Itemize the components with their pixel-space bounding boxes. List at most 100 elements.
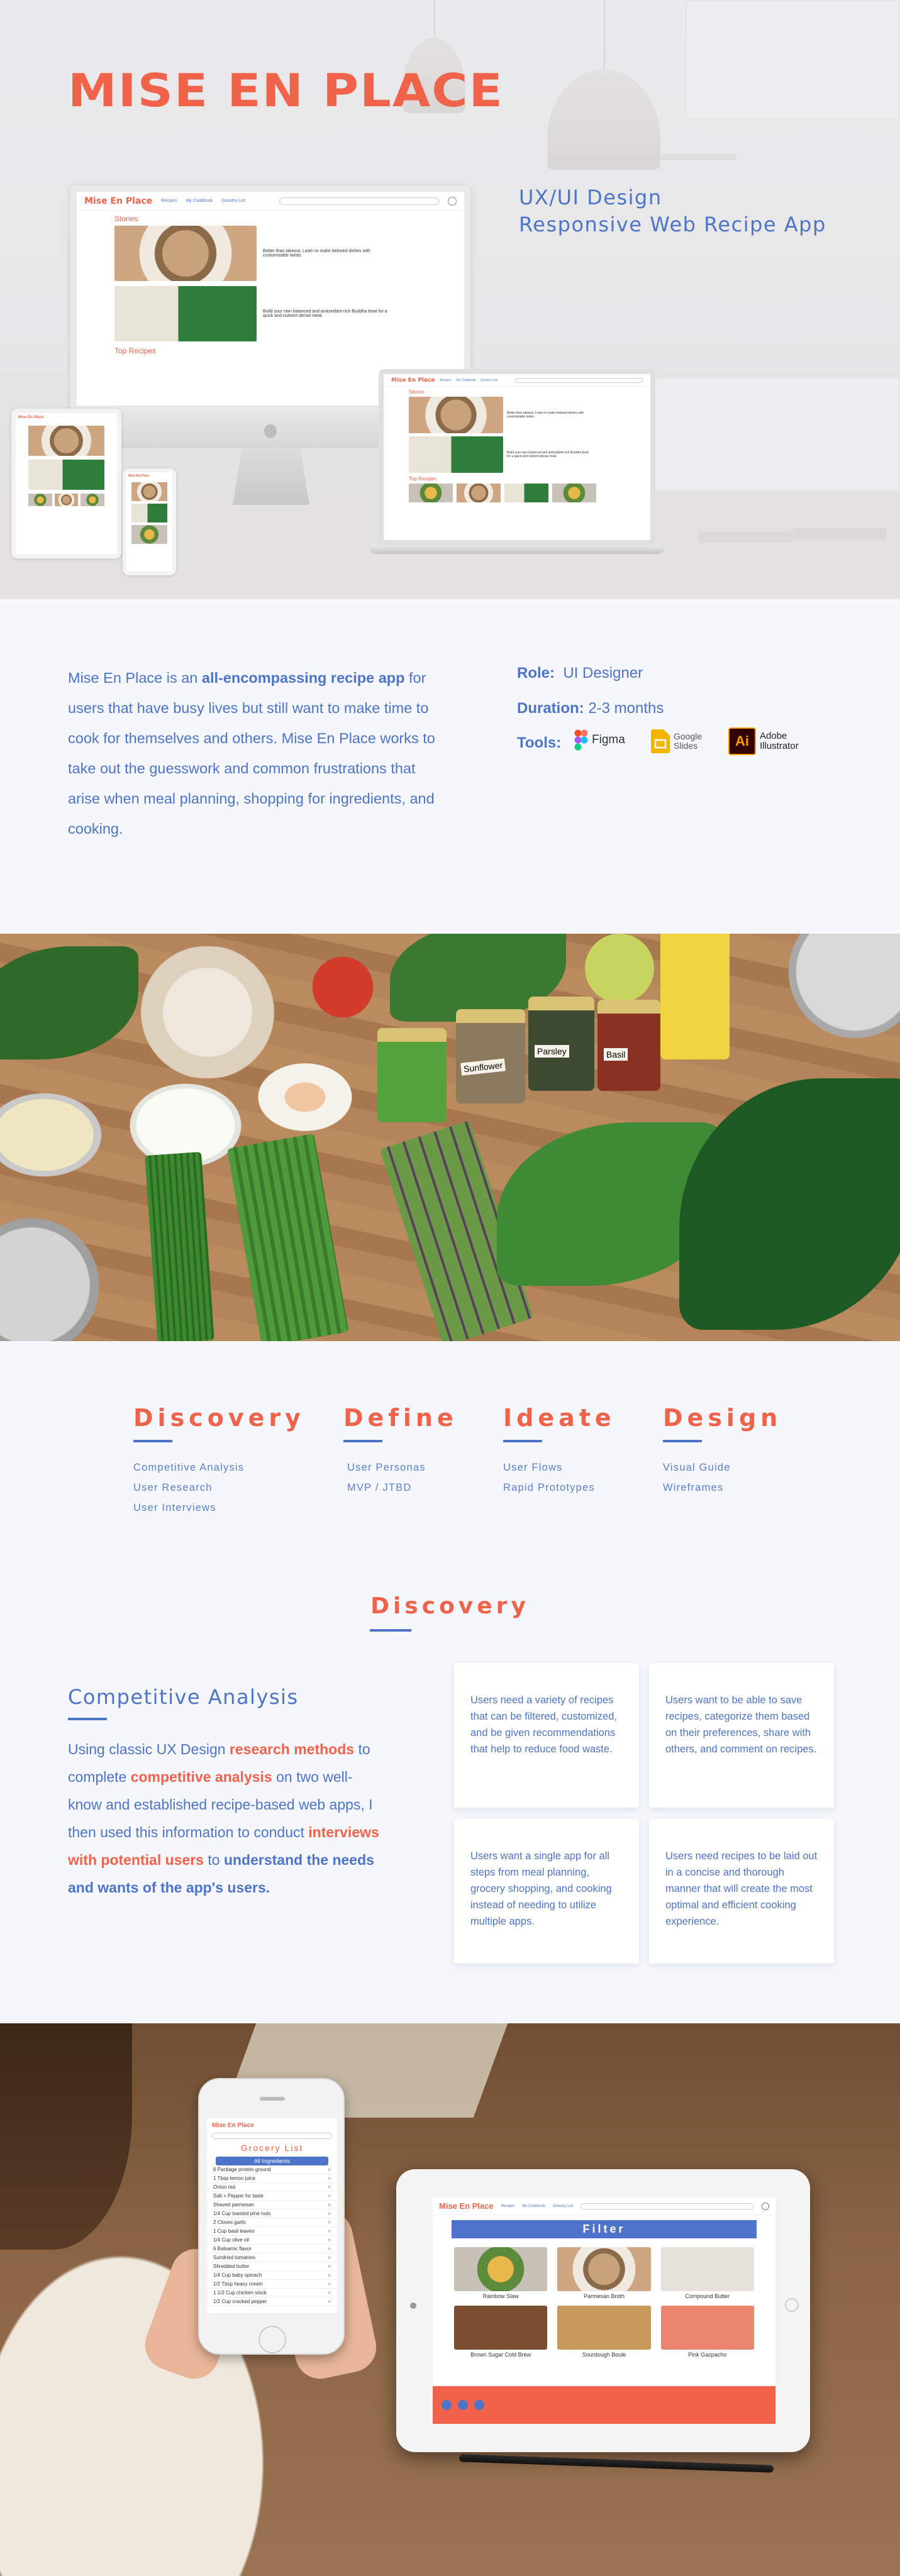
filter-button[interactable]: Filter xyxy=(452,2220,757,2238)
mockup-stories-heading: Stories xyxy=(114,214,138,223)
checkbox-icon[interactable]: ○ xyxy=(328,2281,331,2287)
recipe-thumb xyxy=(409,484,453,502)
tool-illustrator: Ai Adobe Illustrator xyxy=(728,727,816,755)
mockup-nav-grocery: Grocery List xyxy=(221,199,245,203)
competitive-analysis-text: Using classic UX Design research methods… xyxy=(68,1741,379,1896)
checkbox-icon[interactable]: ○ xyxy=(328,2228,331,2234)
jar-parsley: Parsley xyxy=(528,997,594,1091)
phone-logo: Mise En Place xyxy=(128,474,150,478)
grocery-item[interactable]: 1 Tbsp lemon juice ○ xyxy=(207,2174,337,2183)
checkbox-icon[interactable]: ○ xyxy=(328,2264,331,2269)
grocery-list-title: Grocery List xyxy=(240,2143,304,2153)
lime xyxy=(585,934,654,1003)
oil-bottle xyxy=(660,934,730,1059)
tablet-mockup: Mise En Place xyxy=(11,409,121,558)
phase-item: Rapid Prototypes xyxy=(503,1482,595,1493)
recipe-tile[interactable]: Sourdough Boule xyxy=(557,2306,651,2358)
grocery-item[interactable]: 1 Cup basil leaves ○ xyxy=(207,2227,337,2236)
recipe-filter-screen: Mise En Place Recipes My Cookbook Grocer… xyxy=(433,2197,775,2424)
tablet-search-bar[interactable] xyxy=(581,2203,754,2209)
ingredients-photo: Sunflower Parsley Basil xyxy=(0,934,900,1341)
jar-spice: Basil xyxy=(597,1000,660,1091)
grocery-item-label: 1/4 Cup toasted pine nuts xyxy=(213,2211,271,2216)
grocery-item[interactable]: 1/4 Cup olive oil ○ xyxy=(207,2236,337,2245)
checkbox-icon[interactable]: ○ xyxy=(328,2246,331,2252)
checkbox-icon[interactable]: ○ xyxy=(328,2184,331,2190)
grocery-item[interactable]: 1/2 Tbsp heavy cream ○ xyxy=(207,2280,337,2289)
checkbox-icon[interactable]: ○ xyxy=(328,2219,331,2225)
facebook-icon[interactable] xyxy=(458,2400,468,2410)
phase-define: Define User Personas MVP / JTBD xyxy=(343,1404,458,1498)
recipe-tile[interactable]: Brown Sugar Cold Brew xyxy=(454,2306,548,2358)
brand-logo: Mise En Place xyxy=(68,65,504,118)
all-ingredients-tab[interactable]: All Ingredients xyxy=(216,2157,328,2165)
grocery-item[interactable]: 1 1/2 Cup chicken stock ○ xyxy=(207,2289,337,2297)
jar-label-parsley: Parsley xyxy=(535,1045,569,1058)
recipe-tile[interactable]: Rainbow Slaw xyxy=(454,2247,548,2299)
insight-card: Users need a variety of recipes that can… xyxy=(454,1663,639,1808)
user-icon[interactable] xyxy=(762,2202,769,2210)
laptop-story-image-2 xyxy=(409,436,503,473)
tablet-nav-cookbook[interactable]: My Cookbook xyxy=(522,2204,545,2208)
hero-subtitle-2: Responsive Web Recipe App xyxy=(519,213,826,236)
checkbox-icon[interactable]: ○ xyxy=(328,2202,331,2208)
checkbox-icon[interactable]: ○ xyxy=(328,2255,331,2260)
checkbox-icon[interactable]: ○ xyxy=(328,2211,331,2216)
grocery-item-label: 6 Package protein ground xyxy=(213,2167,271,2172)
grocery-item[interactable]: 1/4 Cup toasted pine nuts ○ xyxy=(207,2209,337,2218)
phase-ideate: Ideate User Flows Rapid Prototypes xyxy=(503,1404,616,1498)
grocery-item[interactable]: 6 Package protein ground ○ xyxy=(207,2165,337,2174)
tablet-story-image-1 xyxy=(28,426,104,456)
grocery-item[interactable]: 2 Cloves garlic ○ xyxy=(207,2218,337,2227)
figma-icon xyxy=(574,729,588,751)
phase-discovery: Discovery Competitive Analysis User Rese… xyxy=(133,1404,305,1518)
tablet-logo: Mise En Place xyxy=(18,416,44,419)
speaker-icon xyxy=(260,2097,285,2101)
grocery-item[interactable]: Onion red ○ xyxy=(207,2183,337,2192)
recipe-tile[interactable]: Compound Butter xyxy=(660,2247,754,2299)
grocery-item-label: 1/4 Cup olive oil xyxy=(213,2237,249,2243)
bowl-egg xyxy=(248,1056,362,1138)
checkbox-icon[interactable]: ○ xyxy=(328,2167,331,2172)
hero-section: Mise En Place UX/UI Design Responsive We… xyxy=(0,0,900,599)
grocery-item[interactable]: 1/2 Cup cracked pepper ○ xyxy=(207,2297,337,2306)
grocery-item-label: 6 Balsamic flavor xyxy=(213,2246,252,2252)
tools-label: Tools: xyxy=(517,734,562,751)
recipe-tile[interactable]: Parmesan Broth xyxy=(557,2247,651,2299)
pinterest-icon[interactable] xyxy=(474,2400,484,2410)
phase-design: Design Visual Guide Wireframes xyxy=(663,1404,782,1498)
tablet-footer xyxy=(433,2386,775,2424)
intro-highlight: all-encompassing recipe app xyxy=(201,670,405,686)
grocery-item-label: Salt + Pepper for taste xyxy=(213,2193,264,2199)
grocery-item[interactable]: 1/4 Cup baby spinach ○ xyxy=(207,2271,337,2280)
tablet-nav-recipes[interactable]: Recipes xyxy=(501,2204,515,2208)
phase-item: Wireframes xyxy=(663,1482,724,1493)
tablet-story-image-2 xyxy=(28,460,104,490)
checkbox-icon[interactable]: ○ xyxy=(328,2299,331,2304)
instagram-icon[interactable] xyxy=(442,2400,452,2410)
grocery-item-label: 2 Cloves garlic xyxy=(213,2219,247,2225)
recipe-tile[interactable]: Pink Gazpacho xyxy=(660,2306,754,2358)
grocery-item-label: Shredded butter xyxy=(213,2264,250,2269)
checkbox-icon[interactable]: ○ xyxy=(328,2237,331,2243)
checkbox-icon[interactable]: ○ xyxy=(328,2193,331,2199)
phase-item: Competitive Analysis xyxy=(133,1462,245,1473)
checkbox-icon[interactable]: ○ xyxy=(328,2272,331,2278)
tablet-nav-grocery[interactable]: Grocery List xyxy=(553,2204,573,2208)
laptop-search-bar xyxy=(515,377,643,383)
grocery-item[interactable]: Sundried tomatoes ○ xyxy=(207,2253,337,2262)
story-text-2: Build your own balanced and antioxidant-… xyxy=(263,309,387,318)
grocery-item[interactable]: 6 Balsamic flavor ○ xyxy=(207,2245,337,2253)
grocery-item[interactable]: Shredded butter ○ xyxy=(207,2262,337,2271)
laptop-nav-recipes: Recipes xyxy=(440,378,452,382)
phase-item: User Interviews xyxy=(133,1502,216,1513)
phase-item: MVP / JTBD xyxy=(347,1482,412,1493)
grocery-item[interactable]: Shaved parmesan ○ xyxy=(207,2201,337,2209)
intro-paragraph: Mise En Place is an all-encompassing rec… xyxy=(68,670,435,837)
checkbox-icon[interactable]: ○ xyxy=(328,2290,331,2296)
laptop-nav-cookbook: My Cookbook xyxy=(456,378,476,382)
grocery-item[interactable]: Salt + Pepper for taste ○ xyxy=(207,2192,337,2201)
checkbox-icon[interactable]: ○ xyxy=(328,2175,331,2181)
recipe-thumb xyxy=(504,484,548,502)
jar-label-basil: Basil xyxy=(604,1048,628,1061)
